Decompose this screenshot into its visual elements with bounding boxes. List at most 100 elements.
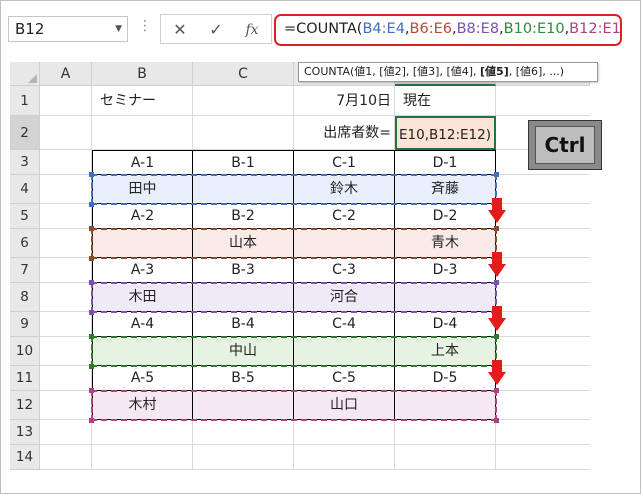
cell-c5[interactable]: B-2 (193, 204, 294, 229)
cell-e8[interactable] (395, 283, 496, 312)
cell-e2[interactable]: E10,B12:E12) (395, 116, 496, 150)
cell-b14[interactable] (92, 445, 193, 470)
formula-input[interactable]: =COUNTA(B4:E4,B6:E6,B8:E8,B10:E10,B12:E1… (274, 14, 622, 46)
cell-d10[interactable] (294, 337, 395, 366)
cell-b12[interactable]: 木村 (92, 391, 193, 420)
cell-filler[interactable] (496, 312, 590, 337)
cell-d8[interactable]: 河合 (294, 283, 395, 312)
cell-e3[interactable]: D-1 (395, 150, 496, 175)
row-header-2[interactable]: 2 (10, 116, 40, 150)
cell-a2[interactable] (40, 116, 92, 150)
cell-filler[interactable] (496, 229, 590, 258)
cell-filler[interactable] (496, 175, 590, 204)
cell-a9[interactable] (40, 312, 92, 337)
cell-e13[interactable] (395, 420, 496, 445)
cell-c6[interactable]: 山本 (193, 229, 294, 258)
cell-c3[interactable]: B-1 (193, 150, 294, 175)
cell-c9[interactable]: B-4 (193, 312, 294, 337)
cell-d5[interactable]: C-2 (294, 204, 395, 229)
formula-bar-splitter-icon[interactable]: ⋮ (138, 18, 152, 34)
cell-c10[interactable]: 中山 (193, 337, 294, 366)
cell-d4[interactable]: 鈴木 (294, 175, 395, 204)
cell-b10[interactable] (92, 337, 193, 366)
cell-e4[interactable]: 斉藤 (395, 175, 496, 204)
row-header-7[interactable]: 7 (10, 258, 40, 283)
insert-function-icon[interactable]: fx (241, 19, 263, 41)
row-header-10[interactable]: 10 (10, 337, 40, 366)
cell-a5[interactable] (40, 204, 92, 229)
cell-c13[interactable] (193, 420, 294, 445)
row-header-5[interactable]: 5 (10, 204, 40, 229)
cell-filler[interactable] (496, 337, 590, 366)
cell-filler[interactable] (496, 204, 590, 229)
cell-d9[interactable]: C-4 (294, 312, 395, 337)
cell-e5[interactable]: D-2 (395, 204, 496, 229)
cell-a4[interactable] (40, 175, 92, 204)
cell-filler[interactable] (496, 366, 590, 391)
column-header-b[interactable]: B (92, 62, 193, 86)
cell-a14[interactable] (40, 445, 92, 470)
cell-b6[interactable] (92, 229, 193, 258)
cell-a7[interactable] (40, 258, 92, 283)
column-header-c[interactable]: C (193, 62, 294, 86)
cell-b2[interactable] (92, 116, 193, 150)
cell-e10[interactable]: 上本 (395, 337, 496, 366)
cell-e12[interactable] (395, 391, 496, 420)
cell-filler[interactable] (496, 420, 590, 445)
cell-e1[interactable]: 現在 (395, 86, 496, 116)
cell-a10[interactable] (40, 337, 92, 366)
cell-e6[interactable]: 青木 (395, 229, 496, 258)
enter-check-icon[interactable]: ✓ (205, 19, 227, 41)
cell-b9[interactable]: A-4 (92, 312, 193, 337)
cell-d1[interactable]: 7月10日 (294, 86, 395, 116)
name-box-dropdown-icon[interactable]: ▼ (115, 17, 122, 41)
cell-c2[interactable] (193, 116, 294, 150)
cell-b8[interactable]: 木田 (92, 283, 193, 312)
cell-d3[interactable]: C-1 (294, 150, 395, 175)
row-header-8[interactable]: 8 (10, 283, 40, 312)
cell-e14[interactable] (395, 445, 496, 470)
cell-b4[interactable]: 田中 (92, 175, 193, 204)
row-header-14[interactable]: 14 (10, 445, 40, 470)
cell-a3[interactable] (40, 150, 92, 175)
cell-b3[interactable]: A-1 (92, 150, 193, 175)
row-header-13[interactable]: 13 (10, 420, 40, 445)
cell-filler[interactable] (496, 445, 590, 470)
row-header-4[interactable]: 4 (10, 175, 40, 204)
cell-d6[interactable] (294, 229, 395, 258)
cancel-icon[interactable]: ✕ (169, 19, 191, 41)
cell-a1[interactable] (40, 86, 92, 116)
cell-e9[interactable]: D-4 (395, 312, 496, 337)
cell-d2[interactable]: 出席者数= (294, 116, 395, 150)
cell-c8[interactable] (193, 283, 294, 312)
row-header-11[interactable]: 11 (10, 366, 40, 391)
cell-c12[interactable] (193, 391, 294, 420)
cell-a6[interactable] (40, 229, 92, 258)
row-header-3[interactable]: 3 (10, 150, 40, 175)
cell-e11[interactable]: D-5 (395, 366, 496, 391)
cell-a12[interactable] (40, 391, 92, 420)
cell-d14[interactable] (294, 445, 395, 470)
cell-c11[interactable]: B-5 (193, 366, 294, 391)
cell-c14[interactable] (193, 445, 294, 470)
row-header-1[interactable]: 1 (10, 86, 40, 116)
cell-b1[interactable]: セミナー (92, 86, 193, 116)
cell-filler[interactable] (496, 283, 590, 312)
cell-a8[interactable] (40, 283, 92, 312)
cell-filler[interactable] (496, 391, 590, 420)
cell-e7[interactable]: D-3 (395, 258, 496, 283)
cell-d11[interactable]: C-5 (294, 366, 395, 391)
name-box[interactable]: B12 ▼ (8, 16, 128, 42)
cell-b5[interactable]: A-2 (92, 204, 193, 229)
cell-c7[interactable]: B-3 (193, 258, 294, 283)
cell-a13[interactable] (40, 420, 92, 445)
row-header-9[interactable]: 9 (10, 312, 40, 337)
column-header-a[interactable]: A (40, 62, 92, 86)
cell-c1[interactable] (193, 86, 294, 116)
cell-a11[interactable] (40, 366, 92, 391)
cell-c4[interactable] (193, 175, 294, 204)
cell-b7[interactable]: A-3 (92, 258, 193, 283)
row-header-12[interactable]: 12 (10, 391, 40, 420)
cell-b11[interactable]: A-5 (92, 366, 193, 391)
cell-filler[interactable] (496, 86, 590, 116)
